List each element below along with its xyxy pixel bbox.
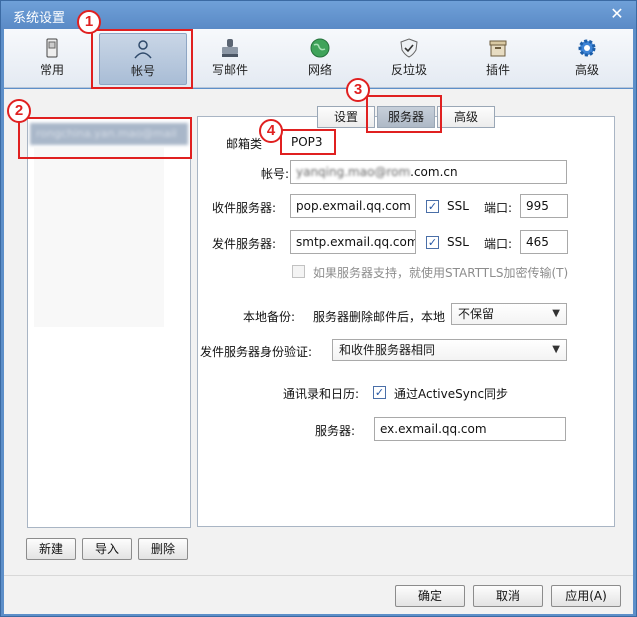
- toolbar-label: 帐号: [130, 64, 155, 78]
- step-badge-3: 3: [346, 78, 370, 102]
- toolbar-label: 写邮件: [211, 63, 248, 77]
- local-backup-label: 本地备份:: [243, 310, 296, 324]
- chevron-down-icon: ▼: [552, 308, 560, 319]
- chevron-down-icon: ▼: [552, 344, 560, 355]
- local-backup-selected: 不保留: [458, 307, 495, 321]
- stamp-icon: [222, 39, 238, 57]
- outgoing-ssl-checkbox[interactable]: ✓: [426, 236, 439, 249]
- toolbar-label: 插件: [485, 63, 510, 77]
- list-item[interactable]: rongchina.yan.mao@mail: [30, 123, 188, 145]
- toolbar-item-advanced[interactable]: 高级: [547, 33, 627, 85]
- contacts-calendar-label: 通讯录和日历:: [283, 387, 360, 401]
- incoming-ssl-checkbox[interactable]: ✓: [426, 200, 439, 213]
- settings-window: 系统设置 ✕ 常用 帐号 写邮件 网络 反垃圾 插件 高级 rongchina.…: [0, 0, 637, 617]
- activesync-server-field[interactable]: ex.exmail.qq.com: [374, 417, 566, 441]
- outgoing-ssl-label: SSL: [447, 235, 469, 249]
- mailbox-type-label: 邮箱类: [226, 137, 263, 151]
- phone-icon: [46, 38, 58, 58]
- user-icon: [134, 40, 152, 59]
- toolbar-item-general[interactable]: 常用: [12, 33, 92, 85]
- outgoing-port-label: 端口:: [484, 237, 513, 251]
- local-backup-select[interactable]: 不保留 ▼: [451, 303, 567, 325]
- incoming-port-field[interactable]: 995: [520, 194, 568, 218]
- tab-settings[interactable]: 设置: [317, 106, 375, 128]
- shield-icon: [400, 38, 418, 58]
- apply-button[interactable]: 应用(A): [551, 585, 621, 607]
- tab-server[interactable]: 服务器: [377, 106, 435, 128]
- import-account-button[interactable]: 导入: [82, 538, 132, 560]
- gear-icon: [578, 39, 596, 57]
- outgoing-port-field[interactable]: 465: [520, 230, 568, 254]
- step-badge-4: 4: [259, 119, 283, 143]
- toolbar-item-compose[interactable]: 写邮件: [190, 33, 270, 85]
- smtp-auth-selected: 和收件服务器相同: [339, 343, 436, 357]
- step-badge-2: 2: [7, 99, 31, 123]
- outgoing-server-label: 发件服务器:: [212, 237, 277, 251]
- account-list-area: [34, 147, 164, 327]
- toolbar-item-account[interactable]: 帐号: [99, 33, 187, 85]
- settings-body: rongchina.yan.mao@mail 新建 导入 删除 设置 服务器 高…: [4, 89, 633, 614]
- new-account-button[interactable]: 新建: [26, 538, 76, 560]
- smtp-auth-label: 发件服务器身份验证:: [200, 345, 313, 359]
- toolbar-item-network[interactable]: 网络: [280, 33, 360, 85]
- outgoing-server-field[interactable]: smtp.exmail.qq.com: [290, 230, 416, 254]
- starttls-label: 如果服务器支持，就使用STARTTLS加密传输(T): [313, 266, 569, 280]
- account-value-domain: .com.cn: [410, 165, 458, 179]
- ok-button[interactable]: 确定: [395, 585, 465, 607]
- window-title: 系统设置: [13, 11, 66, 26]
- starttls-checkbox[interactable]: [292, 265, 305, 278]
- mailbox-type-value: POP3: [291, 135, 323, 149]
- footer-divider: [4, 575, 633, 576]
- local-backup-description: 服务器删除邮件后，本地: [313, 310, 446, 324]
- incoming-server-label: 收件服务器:: [212, 201, 277, 215]
- account-field[interactable]: yanqing.mao@rom.com.cn: [290, 160, 567, 184]
- delete-account-button[interactable]: 删除: [138, 538, 188, 560]
- toolbar-item-plugins[interactable]: 插件: [458, 33, 538, 85]
- toolbar-item-antispam[interactable]: 反垃圾: [369, 33, 449, 85]
- activesync-label: 通过ActiveSync同步: [394, 387, 509, 401]
- toolbar-label: 高级: [574, 63, 599, 77]
- box-icon: [489, 40, 507, 57]
- server-label: 服务器:: [315, 424, 356, 438]
- globe-icon: [310, 38, 330, 58]
- toolbar-label: 常用: [39, 63, 64, 77]
- incoming-port-label: 端口:: [484, 201, 513, 215]
- tab-advanced[interactable]: 高级: [437, 106, 495, 128]
- activesync-checkbox[interactable]: ✓: [373, 386, 386, 399]
- account-value-hidden: yanqing.mao@rom: [296, 165, 411, 179]
- cancel-button[interactable]: 取消: [473, 585, 543, 607]
- step-badge-1: 1: [77, 10, 101, 34]
- toolbar: 常用 帐号 写邮件 网络 反垃圾 插件 高级: [4, 29, 633, 88]
- close-icon[interactable]: ✕: [608, 5, 626, 23]
- account-label: 帐号:: [261, 167, 290, 181]
- toolbar-label: 网络: [307, 63, 332, 77]
- smtp-auth-select[interactable]: 和收件服务器相同 ▼: [332, 339, 567, 361]
- toolbar-label: 反垃圾: [390, 63, 427, 77]
- incoming-server-field[interactable]: pop.exmail.qq.com: [290, 194, 416, 218]
- incoming-ssl-label: SSL: [447, 199, 469, 213]
- account-list: rongchina.yan.mao@mail: [27, 118, 191, 528]
